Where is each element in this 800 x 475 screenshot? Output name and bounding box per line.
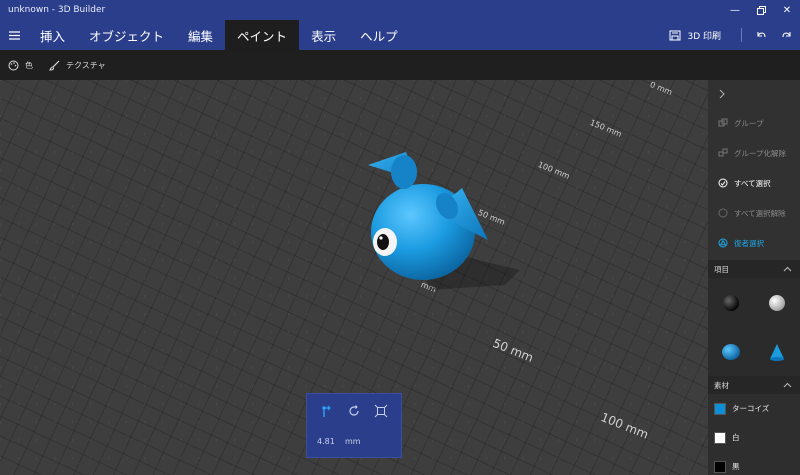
material-label: 白 xyxy=(732,433,740,442)
tab-view[interactable]: 表示 xyxy=(299,20,348,50)
move-tool-button[interactable] xyxy=(318,402,336,420)
color-swatch xyxy=(714,431,726,444)
materials-section-header[interactable]: 素材 xyxy=(708,376,800,394)
transform-panel: 4.81 mm xyxy=(306,393,402,458)
color-tool-button[interactable]: 色 xyxy=(8,60,33,71)
rotate-tool-button[interactable] xyxy=(345,402,363,420)
texture-tool-label: テクスチャ xyxy=(66,60,106,70)
materials-list: ターコイズ 白 黒 xyxy=(708,394,800,475)
color-swatch xyxy=(714,402,726,415)
item-thumbnail[interactable] xyxy=(754,278,800,327)
ungroup-button[interactable]: グループ化解除 xyxy=(708,138,800,168)
window-title: unknown - 3D Builder xyxy=(8,5,106,15)
transform-icons xyxy=(307,394,401,424)
blue-cone-icon xyxy=(770,343,784,361)
selection-actions: グループ グループ化解除 すべて選択 すべて選択解除 復者選択 xyxy=(708,80,800,260)
scale-tool-button[interactable] xyxy=(372,402,390,420)
tab-paint[interactable]: ペイント xyxy=(225,20,300,50)
collapse-panel-button[interactable] xyxy=(708,80,800,108)
move-icon xyxy=(322,405,331,417)
material-label: ターコイズ xyxy=(732,404,770,413)
menu-right-actions: 3D 印刷 xyxy=(655,20,800,50)
tab-help[interactable]: ヘルプ xyxy=(348,20,410,50)
material-white[interactable]: 白 xyxy=(708,423,800,452)
window-controls: — ✕ xyxy=(722,0,800,20)
print-3d-button[interactable]: 3D 印刷 xyxy=(655,29,735,42)
brush-icon xyxy=(49,60,60,71)
color-tool-label: 色 xyxy=(25,60,33,70)
undo-icon xyxy=(757,31,766,37)
multi-select-label: 復者選択 xyxy=(734,238,764,248)
group-icon xyxy=(718,118,728,128)
chevron-up-icon xyxy=(783,382,792,388)
chevron-up-icon xyxy=(783,266,792,272)
tab-insert[interactable]: 挿入 xyxy=(28,20,77,50)
ungroup-label: グループ化解除 xyxy=(734,148,787,158)
undo-button[interactable] xyxy=(748,20,774,50)
item-thumbnail[interactable] xyxy=(708,327,754,376)
minimize-button[interactable]: — xyxy=(722,0,748,20)
color-swatch xyxy=(714,460,726,473)
paint-toolbar: 色 テクスチャ xyxy=(0,50,800,80)
deselect-all-icon xyxy=(718,208,728,218)
select-all-icon xyxy=(718,178,728,188)
transform-unit: mm xyxy=(345,437,361,446)
chevron-right-icon xyxy=(719,89,725,99)
maximize-button[interactable] xyxy=(748,0,774,20)
white-sphere-icon xyxy=(769,294,785,311)
multi-select-icon xyxy=(718,238,728,248)
select-all-label: すべて選択 xyxy=(734,178,771,188)
rotate-icon xyxy=(349,405,359,416)
blue-sphere-icon xyxy=(722,343,740,360)
ungroup-icon xyxy=(718,148,728,158)
close-button[interactable]: ✕ xyxy=(774,0,800,20)
transform-value[interactable]: 4.81 xyxy=(317,437,335,446)
select-all-button[interactable]: すべて選択 xyxy=(708,168,800,198)
hamburger-menu-button[interactable] xyxy=(0,20,28,50)
deselect-all-button[interactable]: すべて選択解除 xyxy=(708,198,800,228)
scale-icon xyxy=(374,404,388,418)
printer-icon xyxy=(669,30,681,40)
items-grid xyxy=(708,278,800,376)
print-3d-label: 3D 印刷 xyxy=(687,31,721,42)
redo-icon xyxy=(782,31,791,37)
hamburger-icon xyxy=(8,30,20,40)
title-bar: unknown - 3D Builder — ✕ xyxy=(0,0,800,20)
toolbar-divider xyxy=(741,28,742,42)
material-turquoise[interactable]: ターコイズ xyxy=(708,394,800,423)
items-header-label: 項目 xyxy=(714,264,729,274)
deselect-all-label: すべて選択解除 xyxy=(734,208,786,218)
tab-edit[interactable]: 編集 xyxy=(176,20,225,50)
material-label: 黒 xyxy=(732,462,740,471)
materials-header-label: 素材 xyxy=(714,380,729,390)
texture-tool-button[interactable]: テクスチャ xyxy=(49,60,106,71)
group-label: グループ xyxy=(734,118,764,128)
group-button[interactable]: グループ xyxy=(708,108,800,138)
item-thumbnail[interactable] xyxy=(708,278,754,327)
palette-icon xyxy=(8,60,19,70)
3d-viewport[interactable]: 150 mm 100 mm 50 mm mm 50 mm 100 mm 0 mm xyxy=(0,80,708,475)
redo-button[interactable] xyxy=(774,20,800,50)
restore-icon xyxy=(756,5,766,15)
items-section-header[interactable]: 項目 xyxy=(708,260,800,278)
multi-select-button[interactable]: 復者選択 xyxy=(708,228,800,258)
menu-bar: 挿入 オブジェクト 編集 ペイント 表示 ヘルプ 3D 印刷 xyxy=(0,20,800,50)
black-sphere-icon xyxy=(723,294,739,311)
material-black[interactable]: 黒 xyxy=(708,452,800,475)
item-thumbnail[interactable] xyxy=(754,327,800,376)
tab-object[interactable]: オブジェクト xyxy=(77,20,176,50)
right-side-panel: グループ グループ化解除 すべて選択 すべて選択解除 復者選択 項目 素材 ター… xyxy=(708,80,800,475)
